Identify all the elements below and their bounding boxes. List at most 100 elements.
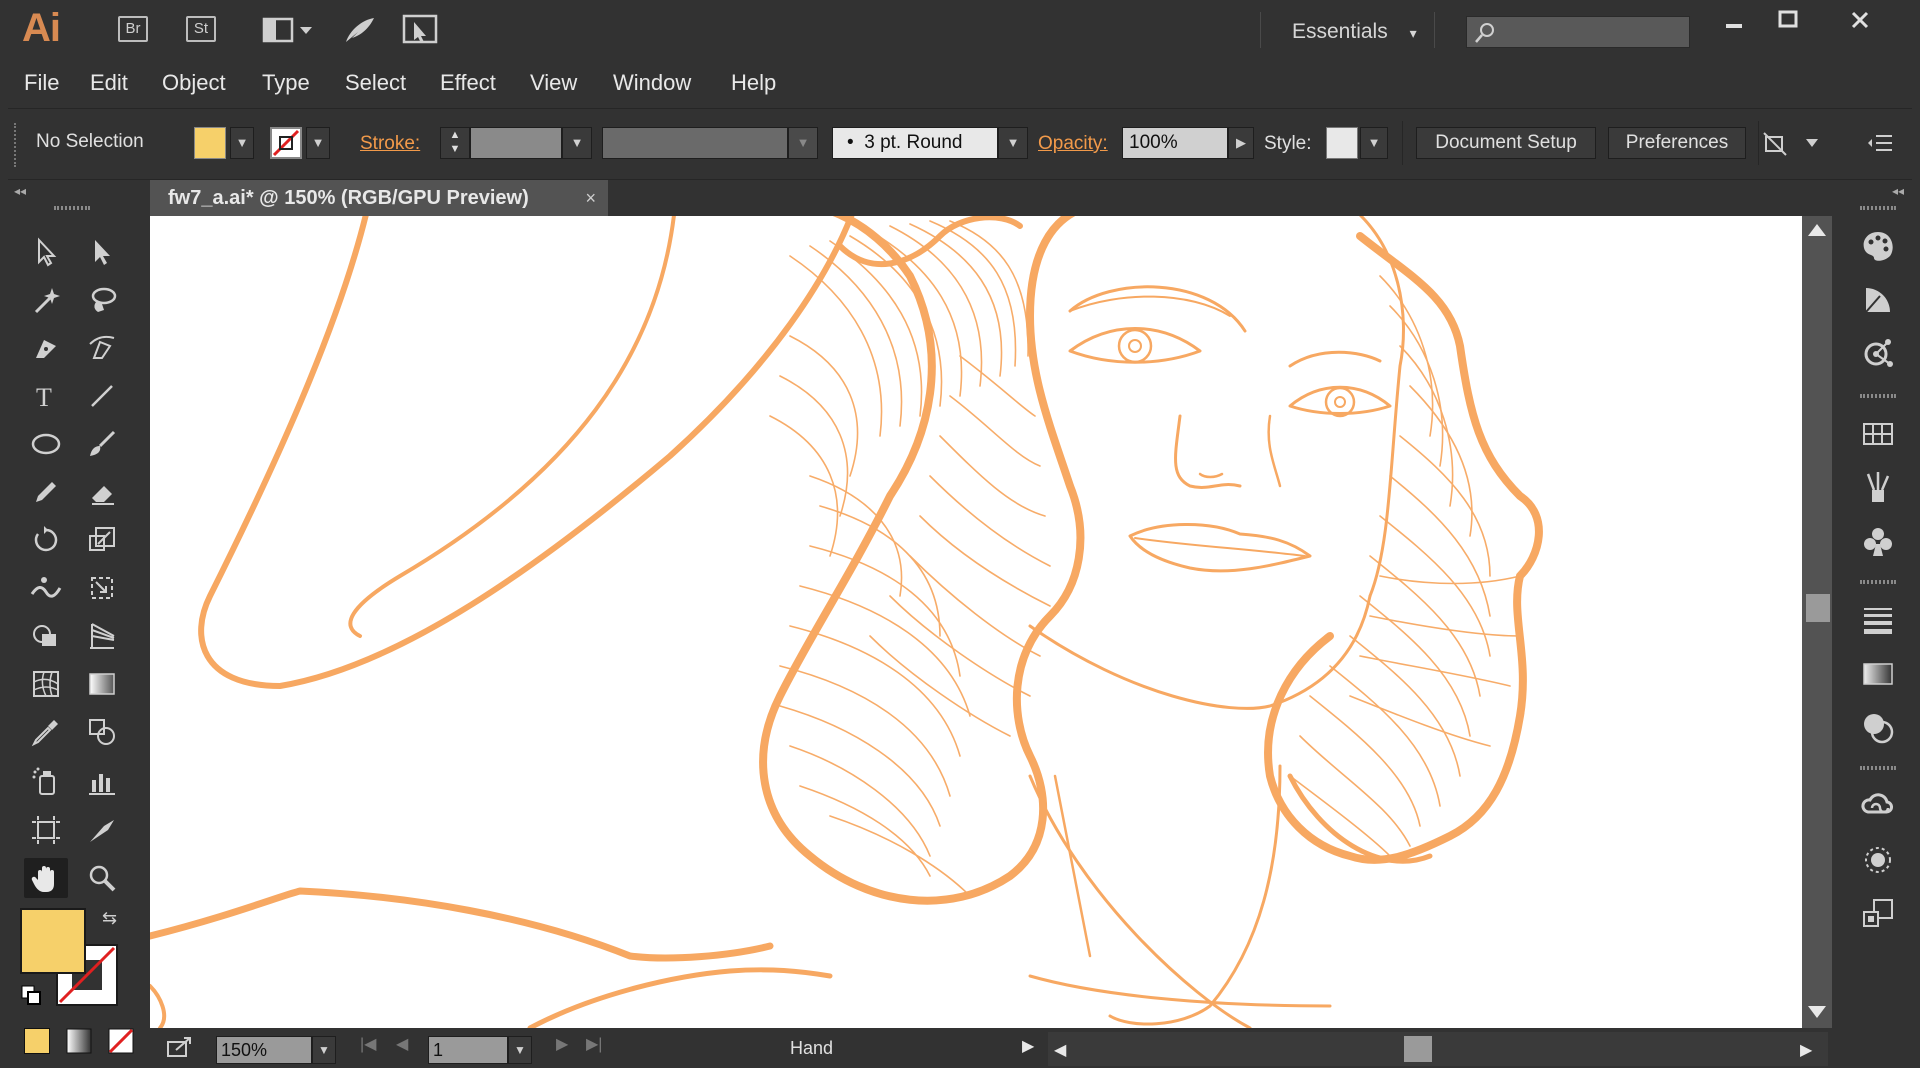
width-tool-icon[interactable]: [24, 568, 68, 608]
mesh-tool-icon[interactable]: [24, 664, 68, 704]
feather-icon[interactable]: [340, 14, 380, 46]
lasso-tool-icon[interactable]: [80, 280, 124, 320]
fill-swatch[interactable]: [194, 127, 226, 159]
type-tool-icon[interactable]: T: [24, 376, 68, 416]
menu-effect[interactable]: Effect: [440, 70, 496, 96]
brush-definition[interactable]: • 3 pt. Round: [832, 127, 998, 159]
next-artboard-icon[interactable]: ▶: [556, 1034, 568, 1054]
panel-menu-icon[interactable]: [1866, 131, 1894, 160]
last-artboard-icon[interactable]: ▶|: [586, 1034, 602, 1054]
ellipse-tool-icon[interactable]: [24, 424, 68, 464]
line-segment-tool-icon[interactable]: [80, 376, 124, 416]
default-fill-stroke-icon[interactable]: [20, 984, 44, 1013]
gradient-panel-icon[interactable]: [1858, 654, 1898, 694]
creative-cloud-libraries-icon[interactable]: [1858, 786, 1898, 826]
gpu-performance-icon[interactable]: [400, 14, 440, 46]
collapse-panel-icon[interactable]: ◂◂: [14, 184, 26, 198]
pen-tool-icon[interactable]: [24, 328, 68, 368]
menu-file[interactable]: File: [24, 70, 59, 96]
previous-artboard-icon[interactable]: ◀: [396, 1034, 408, 1054]
workspace-switcher[interactable]: Essentials ▾: [1292, 20, 1417, 44]
stock-button[interactable]: St: [186, 16, 216, 42]
arrange-documents-icon[interactable]: [262, 14, 316, 46]
scroll-up-arrow[interactable]: [1808, 224, 1826, 236]
appearance-icon[interactable]: [1858, 840, 1898, 880]
menu-select[interactable]: Select: [345, 70, 406, 96]
zoom-level-field[interactable]: 150%: [216, 1036, 312, 1064]
color-mode-icon[interactable]: [24, 1028, 50, 1054]
hand-tool-icon[interactable]: [24, 858, 68, 898]
swap-fill-stroke-icon[interactable]: ⇆: [102, 908, 117, 929]
horizontal-scrollbar[interactable]: ◀ ▶: [1048, 1032, 1828, 1066]
maximize-button[interactable]: [1768, 8, 1808, 34]
fill-dropdown-button[interactable]: ▼: [230, 127, 254, 159]
eraser-tool-icon[interactable]: [80, 472, 124, 512]
gradient-tool-icon[interactable]: [80, 664, 124, 704]
transparency-icon[interactable]: [1858, 708, 1898, 748]
brush-dropdown[interactable]: ▼: [998, 127, 1028, 159]
horizontal-scroll-thumb[interactable]: [1404, 1036, 1432, 1062]
pencil-tool-icon[interactable]: [24, 472, 68, 512]
search-input[interactable]: [1466, 16, 1690, 48]
rotate-tool-icon[interactable]: [24, 520, 68, 560]
opacity-arrow[interactable]: ▶: [1228, 127, 1254, 159]
magic-wand-tool-icon[interactable]: [24, 280, 68, 320]
menu-window[interactable]: Window: [613, 70, 691, 96]
first-artboard-icon[interactable]: |◀: [360, 1034, 376, 1054]
fill-color-box[interactable]: [20, 908, 86, 974]
recolor-artwork-icon[interactable]: [1858, 334, 1898, 374]
artboard-number-field[interactable]: 1: [428, 1036, 508, 1064]
blend-tool-icon[interactable]: [80, 712, 124, 752]
eyedropper-tool-icon[interactable]: [24, 712, 68, 752]
current-tool-status[interactable]: Hand: [790, 1038, 833, 1059]
share-icon[interactable]: [166, 1034, 194, 1065]
column-graph-tool-icon[interactable]: [80, 762, 124, 802]
scroll-left-arrow[interactable]: ◀: [1054, 1040, 1066, 1060]
graphic-style-dropdown[interactable]: ▼: [1360, 127, 1388, 159]
variable-width-profile[interactable]: [602, 127, 788, 159]
graphic-style-swatch[interactable]: [1326, 127, 1358, 159]
zoom-dropdown[interactable]: ▼: [312, 1036, 336, 1064]
menu-object[interactable]: Object: [162, 70, 226, 96]
minimize-button[interactable]: [1714, 8, 1754, 34]
menu-type[interactable]: Type: [262, 70, 310, 96]
color-palette-icon[interactable]: [1858, 226, 1898, 266]
stroke-swatch[interactable]: [270, 127, 302, 159]
color-guide-icon[interactable]: [1858, 280, 1898, 320]
stroke-weight-stepper[interactable]: ▲ ▼: [440, 127, 470, 159]
slice-tool-icon[interactable]: [80, 810, 124, 850]
menu-help[interactable]: Help: [731, 70, 776, 96]
vertical-scroll-thumb[interactable]: [1806, 594, 1830, 622]
paintbrush-tool-icon[interactable]: [80, 424, 124, 464]
opacity-field[interactable]: 100%: [1122, 127, 1228, 159]
curvature-tool-icon[interactable]: [80, 328, 124, 368]
preferences-button[interactable]: Preferences: [1608, 127, 1746, 159]
zoom-tool-icon[interactable]: [80, 858, 124, 898]
shape-builder-tool-icon[interactable]: [24, 616, 68, 656]
symbol-sprayer-tool-icon[interactable]: [24, 762, 68, 802]
status-menu-arrow[interactable]: ▶: [1022, 1036, 1034, 1056]
scale-tool-icon[interactable]: [80, 520, 124, 560]
perspective-grid-tool-icon[interactable]: [80, 616, 124, 656]
stroke-weight-dropdown[interactable]: ▼: [562, 127, 592, 159]
brushes-icon[interactable]: [1858, 468, 1898, 508]
menu-edit[interactable]: Edit: [90, 70, 128, 96]
variable-width-dropdown[interactable]: ▼: [788, 127, 818, 159]
none-mode-icon[interactable]: [108, 1028, 134, 1059]
stroke-panel-icon[interactable]: [1858, 600, 1898, 640]
free-transform-tool-icon[interactable]: [80, 568, 124, 608]
bridge-button[interactable]: Br: [118, 16, 148, 42]
scroll-right-arrow[interactable]: ▶: [1800, 1040, 1812, 1060]
document-setup-button[interactable]: Document Setup: [1416, 127, 1596, 159]
close-tab-icon[interactable]: ×: [585, 180, 596, 216]
stroke-label[interactable]: Stroke:: [360, 133, 420, 155]
align-options-icon[interactable]: [1762, 129, 1822, 162]
opacity-label[interactable]: Opacity:: [1038, 133, 1108, 155]
document-tab[interactable]: fw7_a.ai* @ 150% (RGB/GPU Preview) ×: [150, 180, 608, 216]
gradient-mode-icon[interactable]: [66, 1028, 92, 1059]
artboards-panel-icon[interactable]: [1858, 894, 1898, 934]
stroke-weight-field[interactable]: [470, 127, 562, 159]
scroll-down-arrow[interactable]: [1808, 1006, 1826, 1018]
close-window-button[interactable]: [1840, 8, 1880, 34]
artboard-canvas[interactable]: [150, 216, 1802, 1028]
